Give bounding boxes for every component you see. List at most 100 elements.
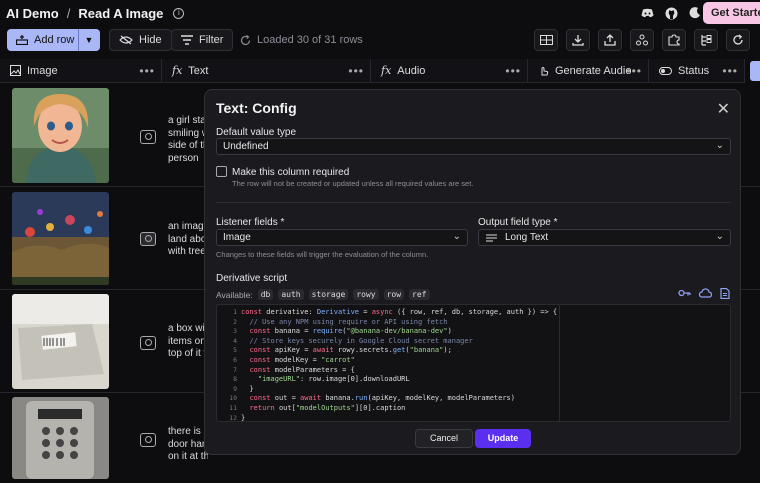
- listener-fields-label: Listener fields *: [216, 217, 285, 228]
- upload-image-icon[interactable]: [140, 336, 156, 350]
- hide-label: Hide: [139, 34, 162, 46]
- column-header-image[interactable]: Image •••: [0, 59, 162, 83]
- hide-button[interactable]: Hide: [109, 29, 172, 51]
- default-value-select[interactable]: Undefined ⌄: [216, 138, 731, 155]
- puzzle-icon: [668, 34, 680, 46]
- refresh-button[interactable]: [726, 29, 750, 51]
- text-line: person: [168, 152, 199, 164]
- update-button[interactable]: Update: [475, 429, 531, 448]
- row-image[interactable]: [12, 294, 109, 389]
- column-menu-icon[interactable]: •••: [626, 64, 642, 78]
- upload-image-icon[interactable]: [140, 433, 156, 447]
- upload-image-icon[interactable]: [140, 130, 156, 144]
- breadcrumb-separator: /: [66, 5, 71, 21]
- output-type-label: Output field type *: [478, 217, 558, 228]
- cloud-logs-button[interactable]: [694, 29, 718, 51]
- column-label: Image: [27, 64, 58, 77]
- formula-icon: fx: [172, 64, 183, 77]
- refresh-icon: [733, 34, 743, 45]
- column-header-text[interactable]: fx Text •••: [162, 59, 371, 83]
- get-started-button[interactable]: Get Starte: [703, 2, 760, 24]
- row-height-button[interactable]: [534, 29, 558, 51]
- webhooks-button[interactable]: [630, 29, 654, 51]
- export-icon: [604, 34, 616, 46]
- close-icon[interactable]: ✕: [717, 99, 730, 119]
- theme-icon[interactable]: [688, 6, 702, 20]
- text-cell[interactable]: an image land abov with trees: [168, 221, 208, 259]
- chevron-down-icon[interactable]: ▼: [79, 35, 99, 45]
- column-header-status[interactable]: Status •••: [649, 59, 745, 83]
- docs-icon[interactable]: [720, 288, 730, 299]
- toggle-icon: [659, 66, 672, 75]
- filter-button[interactable]: Filter: [171, 29, 234, 51]
- import-button[interactable]: [566, 29, 590, 51]
- column-label: Generate Audio: [555, 64, 632, 77]
- text-line: a box wit: [168, 323, 208, 334]
- discord-icon[interactable]: [640, 6, 654, 20]
- divider: [216, 202, 731, 203]
- text-line: on it at the bottom: [168, 451, 208, 462]
- variable-chip[interactable]: row: [383, 289, 405, 300]
- variable-chip[interactable]: storage: [308, 289, 349, 300]
- row-image[interactable]: [12, 88, 109, 183]
- text-cell[interactable]: there is a door hand on it at the bottom: [168, 426, 208, 464]
- github-icon[interactable]: [664, 6, 678, 20]
- column-header-audio[interactable]: fx Audio •••: [371, 59, 528, 83]
- available-label: Available:: [216, 289, 253, 300]
- info-icon[interactable]: i: [173, 7, 185, 19]
- toolbar: Add row ▼ Hide Filter Loaded 30 of 31 ro…: [0, 28, 760, 54]
- column-menu-icon[interactable]: •••: [348, 64, 364, 78]
- text-line: side of th: [168, 140, 208, 151]
- column-menu-icon[interactable]: •••: [139, 64, 155, 78]
- line-number: 12: [229, 413, 237, 422]
- add-row-button[interactable]: Add row ▼: [7, 29, 100, 51]
- logs-icon: [701, 35, 712, 46]
- breadcrumb-table: Read A Image: [78, 5, 164, 21]
- column-header-generate-audio[interactable]: Generate Audio •••: [528, 59, 649, 83]
- breadcrumb-project[interactable]: AI Demo: [6, 6, 59, 21]
- dialog-title: Text: Config: [216, 100, 297, 116]
- line-number: 9: [233, 384, 237, 393]
- column-label: Status: [678, 64, 710, 77]
- chevron-down-icon: ⌄: [715, 140, 724, 151]
- output-type-select[interactable]: Long Text ⌄: [478, 229, 731, 246]
- required-checkbox[interactable]: [216, 166, 227, 177]
- variable-chip[interactable]: rowy: [353, 289, 379, 300]
- text-line: top of it w: [168, 348, 208, 359]
- text-line: a girl star: [168, 115, 208, 126]
- extensions-button[interactable]: [662, 29, 686, 51]
- line-number: 6: [233, 355, 237, 364]
- header-icons: [640, 6, 702, 20]
- eye-off-icon: [119, 35, 133, 45]
- text-cell[interactable]: a girl star smiling w side of th person: [168, 115, 208, 165]
- cancel-button[interactable]: Cancel: [415, 429, 473, 448]
- loaded-status-text: Loaded 30 of 31 rows: [257, 34, 363, 46]
- line-number: 3: [233, 327, 237, 336]
- text-line: smiling w: [168, 127, 208, 139]
- code-editor[interactable]: 1 2 3 4 5 6 7 8 9 10 11 12 const derivative: Deriva…: [216, 304, 731, 422]
- text-cell[interactable]: a box wit items on top of it w: [168, 323, 208, 361]
- default-value-label: Default value type: [216, 127, 297, 138]
- variable-chip[interactable]: auth: [278, 289, 304, 300]
- variable-chip[interactable]: db: [257, 289, 274, 300]
- text-line: there is a: [168, 426, 208, 437]
- text-line: an image: [168, 221, 208, 232]
- export-button[interactable]: [598, 29, 622, 51]
- key-icon[interactable]: [678, 288, 691, 298]
- column-menu-icon[interactable]: •••: [722, 64, 738, 78]
- line-number: 7: [233, 365, 237, 374]
- column-menu-icon[interactable]: •••: [505, 64, 521, 78]
- add-column-button[interactable]: [750, 61, 760, 81]
- listener-fields-select[interactable]: Image ⌄: [216, 229, 468, 246]
- column-label: Text: [188, 64, 209, 77]
- add-row-label: Add row: [34, 34, 75, 46]
- column-label: Audio: [397, 64, 426, 77]
- upload-image-icon[interactable]: [140, 232, 156, 246]
- row-image[interactable]: [12, 397, 109, 479]
- column-config-dialog: Text: Config ✕ Default value type Undefi…: [204, 89, 741, 455]
- row-image[interactable]: [12, 192, 109, 285]
- variable-chip[interactable]: ref: [409, 289, 430, 300]
- line-number: 2: [233, 317, 237, 326]
- cloud-icon[interactable]: [699, 288, 712, 298]
- line-number: 1: [233, 308, 237, 316]
